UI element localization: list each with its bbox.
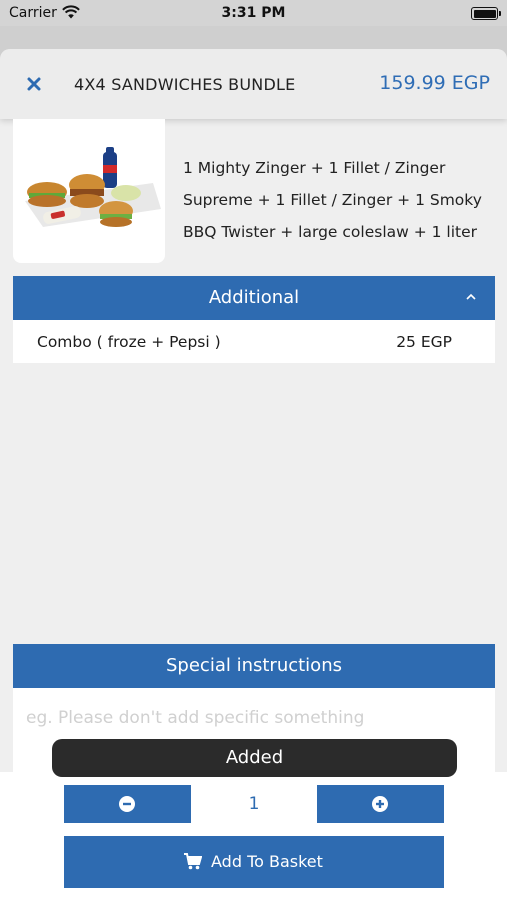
addon-price: 25 EGP (396, 333, 452, 351)
addon-item[interactable]: Combo ( froze + Pepsi ) 25 EGP (13, 320, 495, 363)
special-instructions-header: Special instructions (13, 644, 495, 688)
additional-section-header[interactable]: Additional (13, 276, 495, 320)
product-image (13, 119, 165, 263)
battery-icon (471, 7, 501, 20)
minus-circle-icon (119, 796, 135, 812)
cart-icon (184, 853, 202, 870)
product-price: 159.99 EGP (379, 72, 490, 94)
addon-name: Combo ( froze + Pepsi ) (37, 333, 221, 351)
product-title: 4X4 SANDWICHES BUNDLE (74, 75, 296, 94)
product-sheet: 4X4 SANDWICHES BUNDLE 159.99 EGP 1 Might… (0, 49, 507, 900)
added-toast: Added (52, 739, 457, 777)
order-panel: 1 Add To Basket (0, 772, 507, 900)
plus-circle-icon (372, 796, 388, 812)
status-bar: Carrier 3:31 PM (0, 0, 507, 26)
sheet-header: 4X4 SANDWICHES BUNDLE 159.99 EGP (0, 49, 507, 119)
decrease-quantity-button[interactable] (64, 785, 191, 823)
special-instructions-title: Special instructions (166, 655, 342, 676)
additional-title: Additional (208, 287, 300, 308)
close-icon[interactable] (24, 74, 44, 94)
clock: 3:31 PM (221, 5, 286, 21)
add-to-basket-button[interactable]: Add To Basket (64, 836, 444, 888)
increase-quantity-button[interactable] (317, 785, 444, 823)
quantity-value: 1 (248, 794, 260, 814)
add-to-basket-label: Add To Basket (211, 852, 323, 871)
food-bundle-illustration (25, 147, 161, 227)
product-description: 1 Mighty Zinger + 1 Fillet / Zinger Supr… (183, 159, 482, 241)
chevron-up-icon (466, 293, 476, 300)
